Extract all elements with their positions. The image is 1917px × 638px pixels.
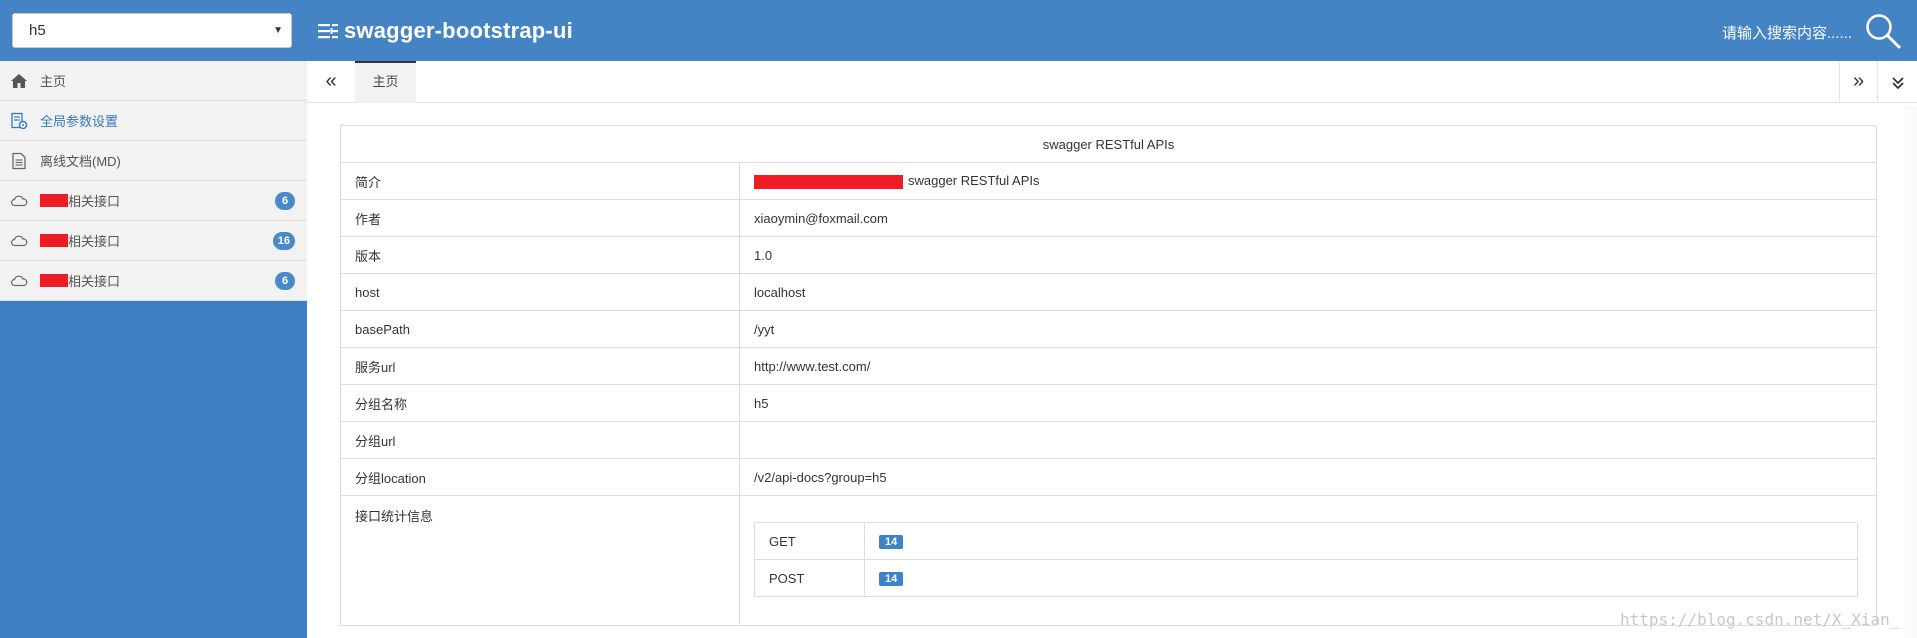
row-value: swagger RESTful APIs [739,162,1877,200]
table-row: 分组url [340,421,1877,459]
redaction-block [40,274,68,287]
sidebar-item-label: 全局参数设置 [40,114,119,129]
count-badge: 14 [879,572,904,586]
table-row: 分组location /v2/api-docs?group=h5 [340,458,1877,496]
row-key: 接口统计信息 [340,495,740,626]
sidebar-item-label: 相关接口 [68,274,121,289]
count-badge: 6 [275,272,295,290]
table-row: host localhost [340,273,1877,311]
redaction-block [40,194,68,207]
menu-toggle-icon[interactable] [318,22,338,40]
table-row: 简介 swagger RESTful APIs [340,162,1877,200]
vertical-scrollbar[interactable] [1905,106,1917,638]
row-key: 版本 [340,236,740,274]
sidebar-item-global-params[interactable]: 全局参数设置 [0,101,307,141]
table-row: 版本 1.0 [340,236,1877,274]
cloud-icon [10,275,28,286]
tab-menu-button[interactable] [1877,61,1917,103]
row-value: http://www.test.com/ [739,347,1877,385]
row-key: 分组url [340,421,740,459]
method-name: POST [754,559,865,597]
sidebar-item-offline-doc[interactable]: 离线文档(MD) [0,141,307,181]
table-heading: swagger RESTful APIs [340,125,1877,163]
home-icon [11,73,27,88]
tab-scroll-left-button[interactable]: « [307,61,355,103]
document-icon [12,152,26,169]
sidebar-item-api-group-3[interactable]: 相关接口 6 [0,261,307,301]
table-row: GET 14 [754,522,1858,560]
top-header: h5 ▼ swagger-bootstrap-ui 请输入搜索内容...... [0,0,1917,61]
api-info-table: swagger RESTful APIs 简介 swagger RESTful … [340,125,1877,626]
row-value: /yyt [739,310,1877,348]
row-value: localhost [739,273,1877,311]
double-chevron-down-icon [1891,77,1904,90]
row-value: GET 14 POST 14 [739,495,1877,626]
count-badge: 14 [879,535,904,549]
table-row: 分组名称 h5 [340,384,1877,422]
row-value: xiaoymin@foxmail.com [739,199,1877,237]
sidebar-item-label: 相关接口 [68,194,121,209]
row-key: 分组名称 [340,384,740,422]
brand-title: swagger-bootstrap-ui [344,18,573,43]
sidebar-item-home[interactable]: 主页 [0,61,307,101]
sidebar-item-label: 相关接口 [68,234,121,249]
tab-scroll-right-button[interactable]: » [1839,61,1877,103]
sidebar: 主页 全局参数设置 离线文档(MD) 相关接口 6 相关接口 16 相关接口 6 [0,61,307,638]
main-content: swagger RESTful APIs 简介 swagger RESTful … [340,125,1877,626]
table-header-row: swagger RESTful APIs [340,125,1877,163]
method-name: GET [754,522,865,560]
method-stats-table: GET 14 POST 14 [754,522,1858,597]
sidebar-item-api-group-2[interactable]: 相关接口 16 [0,221,307,261]
group-select-value: h5 [29,22,46,39]
row-key: 服务url [340,347,740,385]
cloud-icon [10,235,28,246]
table-row: basePath /yyt [340,310,1877,348]
group-select[interactable]: h5 ▼ [12,13,292,48]
row-value: h5 [739,384,1877,422]
table-row: POST 14 [754,559,1858,597]
redaction-block [40,234,68,247]
sidebar-item-label: 离线文档(MD) [40,154,121,169]
brand: swagger-bootstrap-ui [318,16,573,46]
row-key: 作者 [340,199,740,237]
tab-bar: « 主页 » [307,61,1917,103]
cloud-icon [10,195,28,206]
count-badge: 6 [275,192,295,210]
search-input[interactable]: 请输入搜索内容...... [1722,22,1852,43]
tab-home[interactable]: 主页 [355,61,416,103]
row-key: 简介 [340,162,740,200]
method-count-cell: 14 [864,522,1858,560]
method-count-cell: 14 [864,559,1858,597]
table-row: 服务url http://www.test.com/ [340,347,1877,385]
row-value: 1.0 [739,236,1877,274]
dropdown-arrow-icon: ▼ [273,25,283,36]
watermark: https://blog.csdn.net/X_Xian_ [1620,610,1900,629]
table-row: 接口统计信息 GET 14 POST 14 [340,495,1877,626]
row-key: basePath [340,310,740,348]
sidebar-item-api-group-1[interactable]: 相关接口 6 [0,181,307,221]
stats-label: 接口统计信息 [355,509,434,524]
count-badge: 16 [272,232,295,250]
row-key: 分组location [340,458,740,496]
row-value: /v2/api-docs?group=h5 [739,458,1877,496]
sidebar-item-label: 主页 [40,74,67,89]
redaction-block [754,174,903,189]
row-value [739,421,1877,459]
table-row: 作者 xiaoymin@foxmail.com [340,199,1877,237]
description-text: swagger RESTful APIs [908,173,1040,189]
row-key: host [340,273,740,311]
settings-doc-icon [11,112,28,129]
search-icon[interactable] [1864,12,1902,50]
